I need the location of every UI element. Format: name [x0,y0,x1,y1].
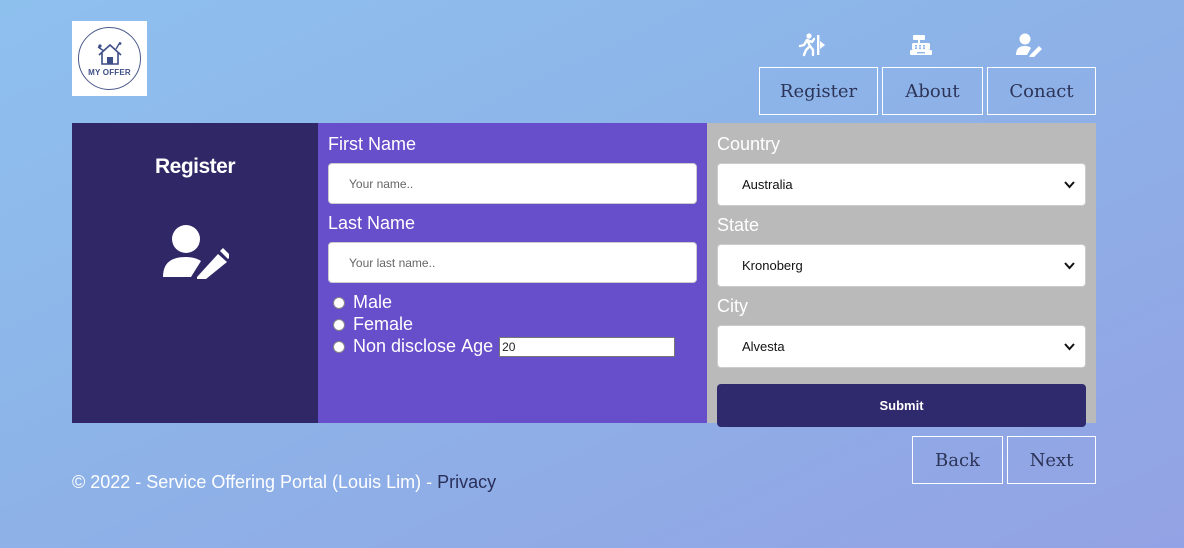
state-value: Kronoberg [742,258,803,273]
gender-nondisclose-label: Non disclose [353,336,457,356]
nav-contact-button[interactable]: Conact [987,67,1096,115]
chevron-down-icon [1064,262,1075,270]
gender-female-radio[interactable] [333,318,345,331]
gender-male-label: Male [353,292,393,312]
last-name-input[interactable] [328,242,697,283]
register-sidebar: Register [72,123,318,423]
location-panel: Country Australia State Kronoberg City A… [707,123,1096,423]
cash-register-icon[interactable] [907,32,935,58]
state-select[interactable]: Kronoberg [717,244,1086,287]
chevron-down-icon [1064,181,1075,189]
country-value: Australia [742,177,793,192]
gender-male-radio[interactable] [333,296,345,309]
nav-about-button[interactable]: About [882,67,983,115]
gender-female-label: Female [353,314,414,334]
next-button[interactable]: Next [1007,436,1096,484]
name-form-panel: First Name Last Name Male Female Non dis… [318,123,707,423]
chevron-down-icon [1064,343,1075,351]
country-label: Country [717,134,781,154]
first-name-label: First Name [328,134,417,154]
country-select[interactable]: Australia [717,163,1086,206]
sidebar-title: Register [154,155,236,178]
nav-register-button[interactable]: Register [759,67,878,115]
logo-badge: MY OFFER [78,27,141,90]
logo-text: MY OFFER [88,67,131,77]
gender-nondisclose-radio[interactable] [333,340,345,353]
privacy-link[interactable]: Privacy [437,472,496,492]
submit-button[interactable]: Submit [717,384,1086,427]
age-input[interactable] [499,336,676,357]
user-edit-icon[interactable] [1015,32,1043,58]
city-value: Alvesta [742,339,785,354]
logo[interactable]: MY OFFER [72,21,147,96]
city-label: City [717,296,748,316]
footer-copyright: © 2022 - Service Offering Portal (Louis … [72,472,438,492]
footer: © 2022 - Service Offering Portal (Louis … [72,472,496,493]
last-name-label: Last Name [328,213,416,233]
user-edit-icon [161,223,231,284]
state-label: State [717,215,760,235]
back-button[interactable]: Back [912,436,1003,484]
first-name-input[interactable] [328,163,697,204]
person-running-icon[interactable] [798,32,826,58]
house-icon [97,41,122,65]
city-select[interactable]: Alvesta [717,325,1086,368]
age-label: Age [461,336,494,356]
